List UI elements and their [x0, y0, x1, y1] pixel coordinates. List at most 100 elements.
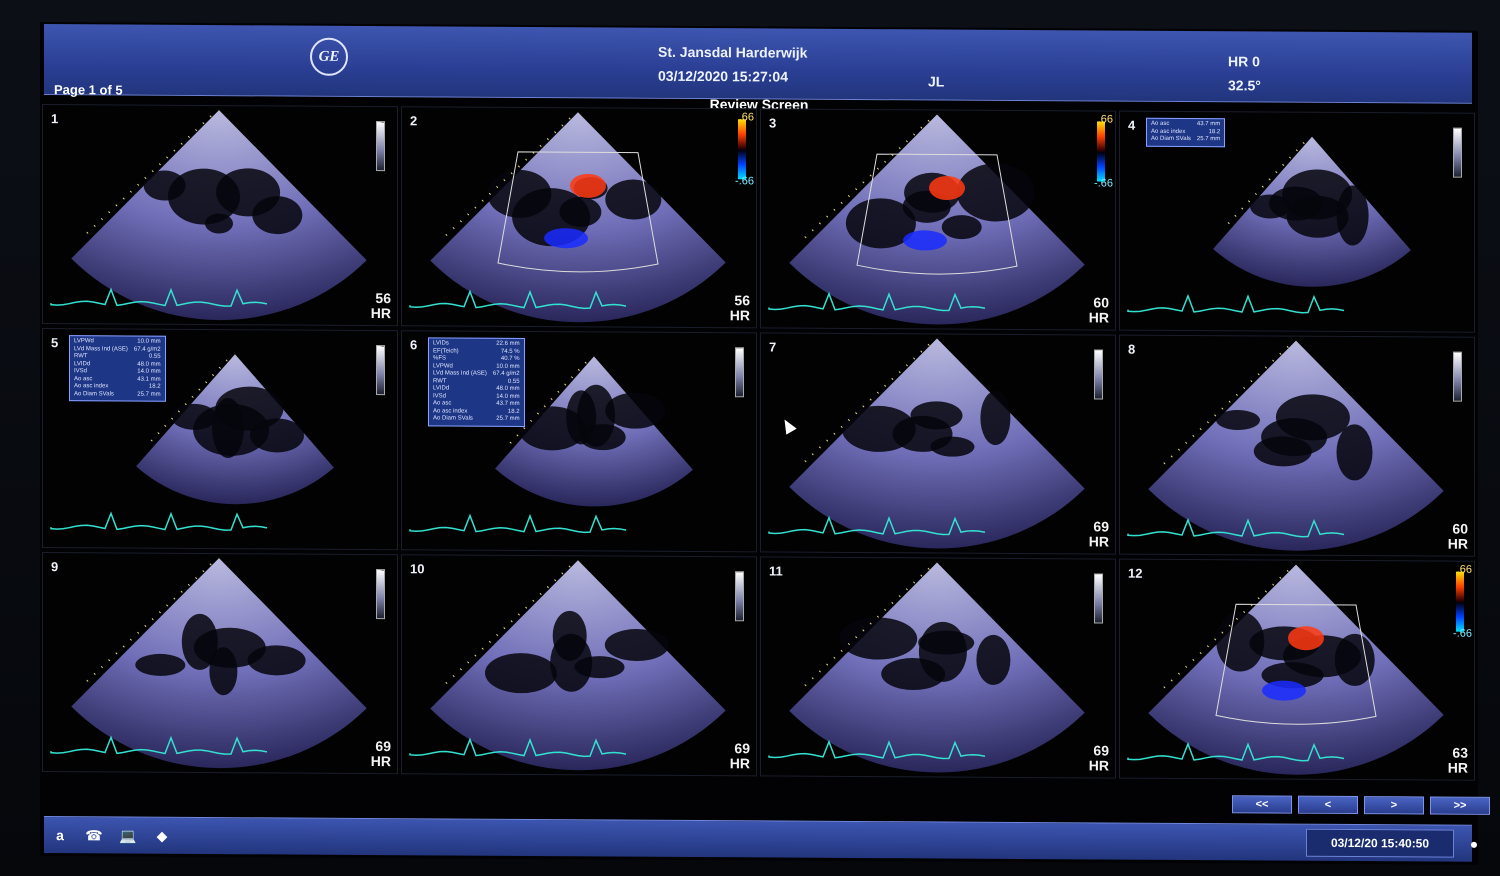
grayscale-bar — [376, 121, 385, 172]
tile-heart-rate: 60 HR — [1447, 520, 1468, 552]
institution-name: St. Jansdal Harderwijk — [658, 43, 808, 61]
status-icon[interactable]: ● — [1462, 834, 1486, 854]
first-page-button[interactable]: << — [1232, 795, 1292, 814]
measurement-label: Ao asc — [1151, 120, 1170, 127]
hr-unit: HR — [1447, 535, 1468, 552]
probe-icon[interactable]: ◆ — [150, 826, 174, 846]
chamber-shape — [143, 170, 186, 201]
measurement-label: IVSd — [74, 368, 88, 375]
image-tile[interactable]: 5 LVPWd 10.0 mm LVd Mass Ind (ASE) 67.4 g/m2… — [42, 328, 398, 551]
hr-value: 56 — [734, 292, 750, 309]
hr-unit: HR — [370, 305, 391, 322]
measurement-value: 18.2 — [148, 383, 161, 390]
phone-icon[interactable]: ☎ — [82, 825, 106, 845]
temperature-readout: 32.5° — [1228, 77, 1261, 94]
computer-icon[interactable]: 💻 — [116, 825, 140, 845]
grayscale-bar — [1453, 351, 1462, 402]
measurement-label: LVIDs — [433, 340, 449, 347]
measurement-label: LVPWd — [74, 338, 94, 345]
echo-image — [409, 112, 726, 323]
doppler-red — [1288, 626, 1324, 651]
hr-value: 56 — [375, 290, 391, 307]
scale-top-label: .66 — [1456, 563, 1472, 576]
image-tile[interactable]: 1 56 HR — [42, 104, 398, 327]
tile-number: 5 — [51, 335, 59, 351]
measurement-value: 0.55 — [507, 378, 520, 385]
tile-heart-rate: 69 HR — [371, 738, 391, 769]
measurement-value: 22.6 mm — [496, 340, 520, 347]
image-tile[interactable]: 2 .66 -.66 56 HR — [401, 106, 757, 329]
hr-unit: HR — [729, 307, 750, 324]
hr-value: 60 — [1093, 294, 1109, 311]
image-tile[interactable]: 6 LVIDs 22.6 mm EF(Teich) 74.5 % %FS 40.7 % LVP… — [401, 330, 757, 553]
image-tile[interactable]: 8 60 HR — [1119, 334, 1475, 557]
measurement-value: 18.2 — [1208, 128, 1221, 135]
measurement-row: Ao Diam SVals 25.7 mm — [433, 415, 520, 423]
measurement-value: 25.7 mm — [1196, 136, 1221, 143]
measurement-label: Ao Diam SVals — [433, 415, 473, 422]
hr-unit: HR — [1088, 757, 1109, 774]
measurement-value: 48.0 mm — [137, 361, 161, 368]
measurement-value: 40.7 % — [500, 355, 520, 362]
next-page-button[interactable]: > — [1364, 796, 1424, 815]
measurement-label: RWT — [433, 377, 447, 384]
image-tile[interactable]: 10 69 HR — [401, 554, 757, 777]
operator-initials: JL — [928, 73, 945, 90]
chamber-shape — [566, 390, 597, 445]
doppler-red — [570, 173, 606, 198]
measurement-value: 67.4 g/m2 — [492, 370, 520, 377]
measurement-label: Ao Diam SVals — [74, 390, 114, 397]
tile-number: 11 — [769, 563, 783, 579]
measurement-label: EF(Teich) — [433, 347, 459, 355]
measurement-value: 67.4 g/m2 — [133, 346, 161, 353]
scale-top-label: .66 — [1097, 113, 1113, 126]
app-a-button[interactable]: a — [48, 825, 72, 845]
measurement-value: 43.7 mm — [496, 400, 520, 407]
echo-image — [1127, 564, 1444, 775]
hr-value: 69 — [734, 740, 750, 757]
tile-number: 10 — [410, 561, 425, 577]
hr-value: 69 — [375, 738, 391, 755]
image-tile[interactable]: 3 .66 -.66 60 HR — [760, 108, 1116, 331]
velocity-colorbar — [1097, 121, 1105, 182]
grayscale-bar — [1094, 573, 1103, 624]
tile-number: 3 — [769, 115, 777, 131]
chamber-shape — [841, 405, 916, 452]
measurement-label: Ao Diam SVals — [1151, 135, 1191, 143]
tile-number: 6 — [410, 337, 418, 353]
measurement-value: 74.5 % — [500, 348, 520, 355]
measurement-label: LVPWd — [433, 362, 453, 370]
tile-heart-rate: 56 HR — [370, 290, 391, 322]
grayscale-bar — [1094, 349, 1103, 400]
ecg-trace — [50, 511, 268, 531]
image-tile[interactable]: 11 69 HR — [760, 556, 1116, 779]
measurement-box: LVIDs 22.6 mm EF(Teich) 74.5 % %FS 40.7 % LVPW… — [428, 337, 525, 427]
measurement-row: Ao Diam SVals 25.7 mm — [74, 391, 161, 399]
prev-page-button[interactable]: < — [1298, 795, 1358, 815]
measurement-label: LVIDd — [74, 360, 91, 367]
tile-heart-rate: 69 HR — [1089, 518, 1109, 549]
image-tile[interactable]: 12 .66 -.66 63 HR — [1119, 558, 1475, 781]
tile-number: 9 — [51, 559, 59, 575]
chamber-shape — [980, 391, 1011, 446]
measurement-row: Ao Diam SVals 25.7 mm — [1151, 136, 1220, 144]
echo-image — [768, 338, 1085, 549]
header-bar: GE St. Jansdal Harderwijk 03/12/2020 15:… — [44, 24, 1472, 104]
chamber-shape — [215, 386, 284, 431]
ecg-trace — [409, 513, 627, 534]
chamber-shape — [605, 179, 662, 220]
hr-value: 60 — [1452, 520, 1468, 537]
grayscale-bar — [1453, 127, 1462, 178]
hr-value: 69 — [1093, 742, 1109, 759]
image-tile[interactable]: 9 69 HR — [42, 552, 398, 775]
grayscale-bar — [735, 347, 744, 398]
image-tile[interactable]: 4 Ao asc 43.7 mm Ao asc index 18.2 Ao Diam SV… — [1119, 110, 1475, 333]
image-tile[interactable]: 7 69 HR — [760, 332, 1116, 555]
chamber-shape — [976, 634, 1011, 685]
scale-bottom-label: -.66 — [1094, 177, 1113, 190]
measurement-value: 48.0 mm — [496, 385, 520, 392]
scale-top-label: .66 — [738, 111, 754, 124]
velocity-colorbar — [1456, 571, 1464, 632]
last-page-button[interactable]: >> — [1430, 796, 1490, 815]
measurement-value: 14.0 mm — [496, 393, 520, 400]
